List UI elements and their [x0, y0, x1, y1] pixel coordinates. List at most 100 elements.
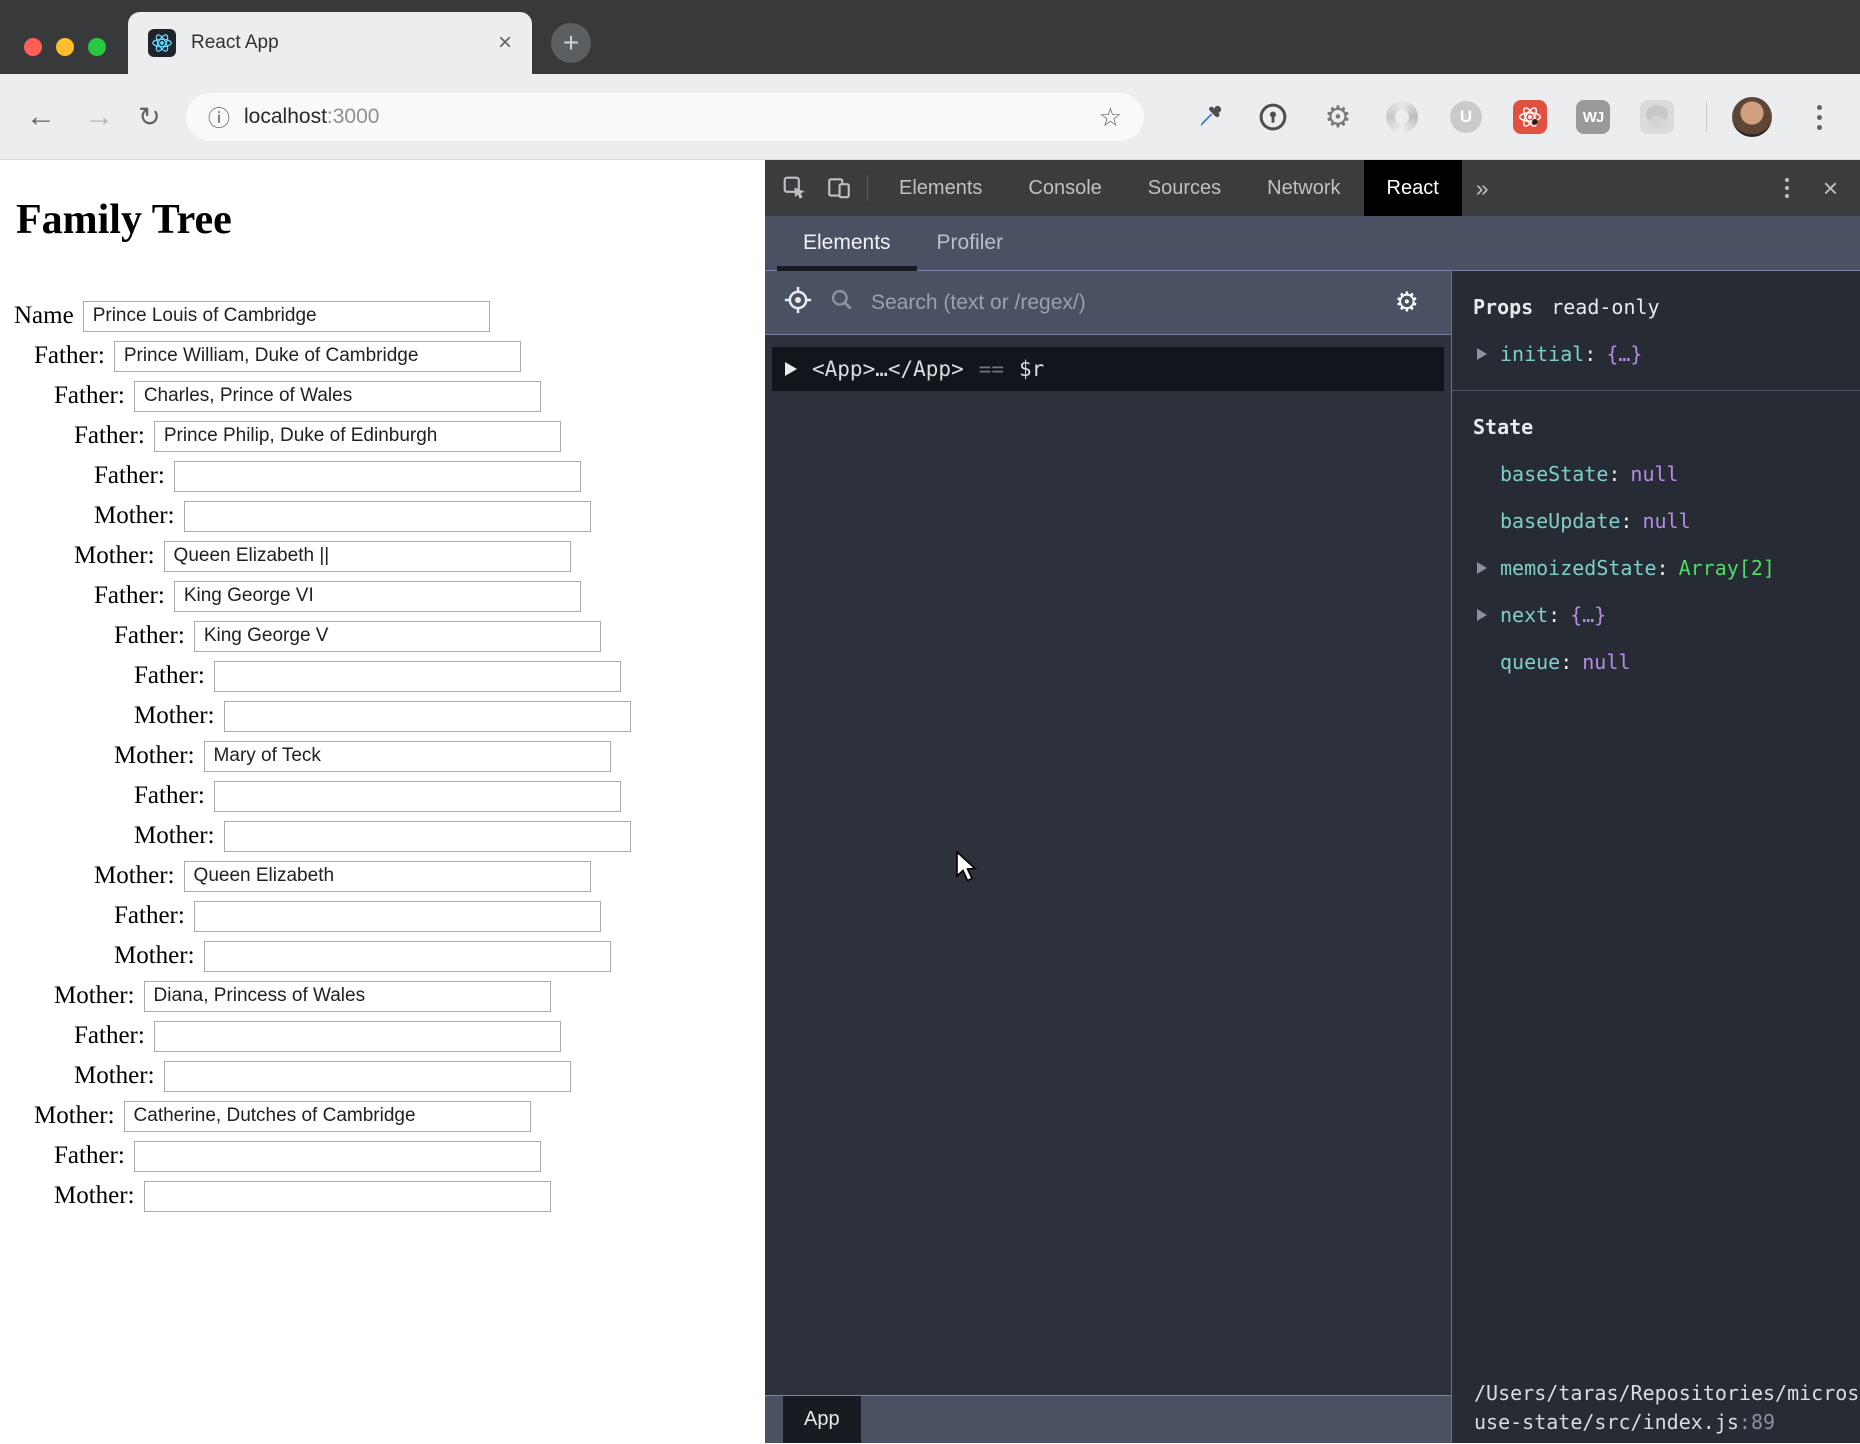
- field-input[interactable]: [224, 701, 631, 732]
- field-input[interactable]: [214, 661, 621, 692]
- react-subtab[interactable]: Elements: [803, 216, 891, 270]
- tab-close-icon[interactable]: ×: [498, 29, 512, 57]
- field-input[interactable]: [114, 341, 521, 372]
- eyedropper-extension-icon[interactable]: [1193, 100, 1227, 134]
- react-subtab[interactable]: Profiler: [937, 216, 1004, 270]
- field-label: Father:: [94, 462, 165, 490]
- state-item[interactable]: queue null: [1473, 650, 1860, 674]
- state-item[interactable]: memoizedState Array[2]: [1473, 556, 1860, 580]
- field-input[interactable]: [204, 941, 611, 972]
- prop-item[interactable]: initial {…}: [1473, 342, 1860, 366]
- locate-component-icon[interactable]: [783, 285, 813, 320]
- form-row: Father:: [0, 336, 765, 376]
- field-input[interactable]: [164, 541, 571, 572]
- field-input[interactable]: [224, 821, 631, 852]
- react-devtools-extension-icon[interactable]: [1513, 100, 1547, 134]
- field-label: Father:: [34, 342, 105, 370]
- field-input[interactable]: [164, 1061, 571, 1092]
- page-title: Family Tree: [16, 196, 765, 244]
- field-input[interactable]: [134, 381, 541, 412]
- onepassword-extension-icon[interactable]: [1256, 100, 1290, 134]
- browser-window: React App × + ← → ↻ ⓘ localhost :3000 ☆: [0, 0, 1860, 1444]
- expand-arrow-icon[interactable]: [1477, 348, 1493, 360]
- field-input[interactable]: [83, 301, 490, 332]
- family-tree-form: Name Father: Father: Father:: [0, 296, 765, 1216]
- expand-arrow-icon[interactable]: [1477, 562, 1493, 574]
- wj-extension-icon[interactable]: WJ: [1576, 100, 1610, 134]
- ember-extension-icon[interactable]: [1640, 100, 1674, 134]
- devtools-panel: Elements Console Sources Network React »…: [765, 160, 1860, 1443]
- devtools-tabs: Elements Console Sources Network React: [876, 160, 1462, 216]
- react-inspector-pane: Props read-only initial {…}: [1452, 271, 1860, 1443]
- props-readonly-badge: read-only: [1551, 295, 1659, 319]
- field-label: Father:: [134, 662, 205, 690]
- field-label: Name: [14, 302, 74, 330]
- field-input[interactable]: [154, 421, 561, 452]
- state-item[interactable]: baseState null: [1473, 462, 1860, 486]
- field-label: Father:: [114, 622, 185, 650]
- breadcrumb-item-app[interactable]: App: [783, 1396, 861, 1443]
- field-input[interactable]: [204, 741, 611, 772]
- field-input[interactable]: [174, 581, 581, 612]
- form-row: Mother:: [0, 976, 765, 1016]
- more-tabs-icon[interactable]: »: [1476, 175, 1489, 202]
- browser-menu-icon[interactable]: [1809, 100, 1829, 134]
- device-toolbar-icon[interactable]: [825, 174, 853, 202]
- field-input[interactable]: [194, 621, 601, 652]
- field-input[interactable]: [154, 1021, 561, 1052]
- reload-icon[interactable]: ↻: [138, 74, 161, 160]
- field-input[interactable]: [194, 901, 601, 932]
- devtools-close-icon[interactable]: ×: [1823, 173, 1838, 204]
- settings-gear-icon[interactable]: ⚙: [1395, 287, 1419, 318]
- field-label: Father:: [74, 422, 145, 450]
- devtools-separator: [867, 175, 868, 201]
- devtools-tab[interactable]: Network: [1244, 160, 1363, 216]
- browser-toolbar: ← → ↻ ⓘ localhost :3000 ☆ ⚙: [0, 74, 1860, 160]
- react-devtools-subtabs: Elements Profiler: [765, 216, 1860, 271]
- source-path: /Users/taras/Repositories/microstates-us…: [1474, 1381, 1860, 1434]
- state-title: State: [1473, 415, 1533, 439]
- u-extension-icon[interactable]: U: [1449, 100, 1483, 134]
- browser-tab[interactable]: React App ×: [128, 12, 532, 74]
- devtools-tab[interactable]: Sources: [1125, 160, 1244, 216]
- field-input[interactable]: [124, 1101, 531, 1132]
- bookmark-star-icon[interactable]: ☆: [1099, 102, 1122, 133]
- field-input[interactable]: [184, 861, 591, 892]
- inspect-element-icon[interactable]: [781, 174, 809, 202]
- swirl-extension-icon[interactable]: [1385, 100, 1419, 134]
- devtools-tab[interactable]: React: [1364, 160, 1462, 216]
- field-label: Father:: [114, 902, 185, 930]
- gear-extension-icon[interactable]: ⚙: [1321, 100, 1355, 134]
- state-value: null: [1642, 509, 1690, 533]
- search-input[interactable]: [871, 291, 1379, 315]
- field-input[interactable]: [174, 461, 581, 492]
- close-window-button[interactable]: [24, 38, 42, 56]
- react-favicon-icon: [148, 29, 176, 57]
- state-item[interactable]: next {…}: [1473, 603, 1860, 627]
- new-tab-button[interactable]: +: [551, 23, 591, 63]
- devtools-menu-icon[interactable]: [1785, 178, 1789, 198]
- devtools-tab[interactable]: Console: [1005, 160, 1124, 216]
- component-tree-row[interactable]: <App>…</App> == $r: [772, 347, 1444, 391]
- field-input[interactable]: [144, 981, 551, 1012]
- field-input[interactable]: [214, 781, 621, 812]
- form-row: Father:: [0, 576, 765, 616]
- expand-arrow-icon[interactable]: [785, 362, 797, 376]
- form-row: Father:: [0, 376, 765, 416]
- minimize-window-button[interactable]: [56, 38, 74, 56]
- field-label: Mother:: [54, 1182, 135, 1210]
- zoom-window-button[interactable]: [88, 38, 106, 56]
- devtools-tab[interactable]: Elements: [876, 160, 1005, 216]
- address-bar[interactable]: ⓘ localhost :3000 ☆: [186, 93, 1144, 141]
- site-info-icon[interactable]: ⓘ: [208, 101, 230, 133]
- state-item[interactable]: baseUpdate null: [1473, 509, 1860, 533]
- field-input[interactable]: [184, 501, 591, 532]
- field-input[interactable]: [134, 1141, 541, 1172]
- field-input[interactable]: [144, 1181, 551, 1212]
- profile-avatar[interactable]: [1732, 97, 1772, 137]
- expand-arrow-icon[interactable]: [1477, 609, 1493, 621]
- source-location-link[interactable]: /Users/taras/Repositories/microstates-us…: [1452, 1379, 1860, 1443]
- back-icon[interactable]: ←: [26, 74, 56, 160]
- forward-icon[interactable]: →: [84, 74, 114, 160]
- form-row: Mother:: [0, 736, 765, 776]
